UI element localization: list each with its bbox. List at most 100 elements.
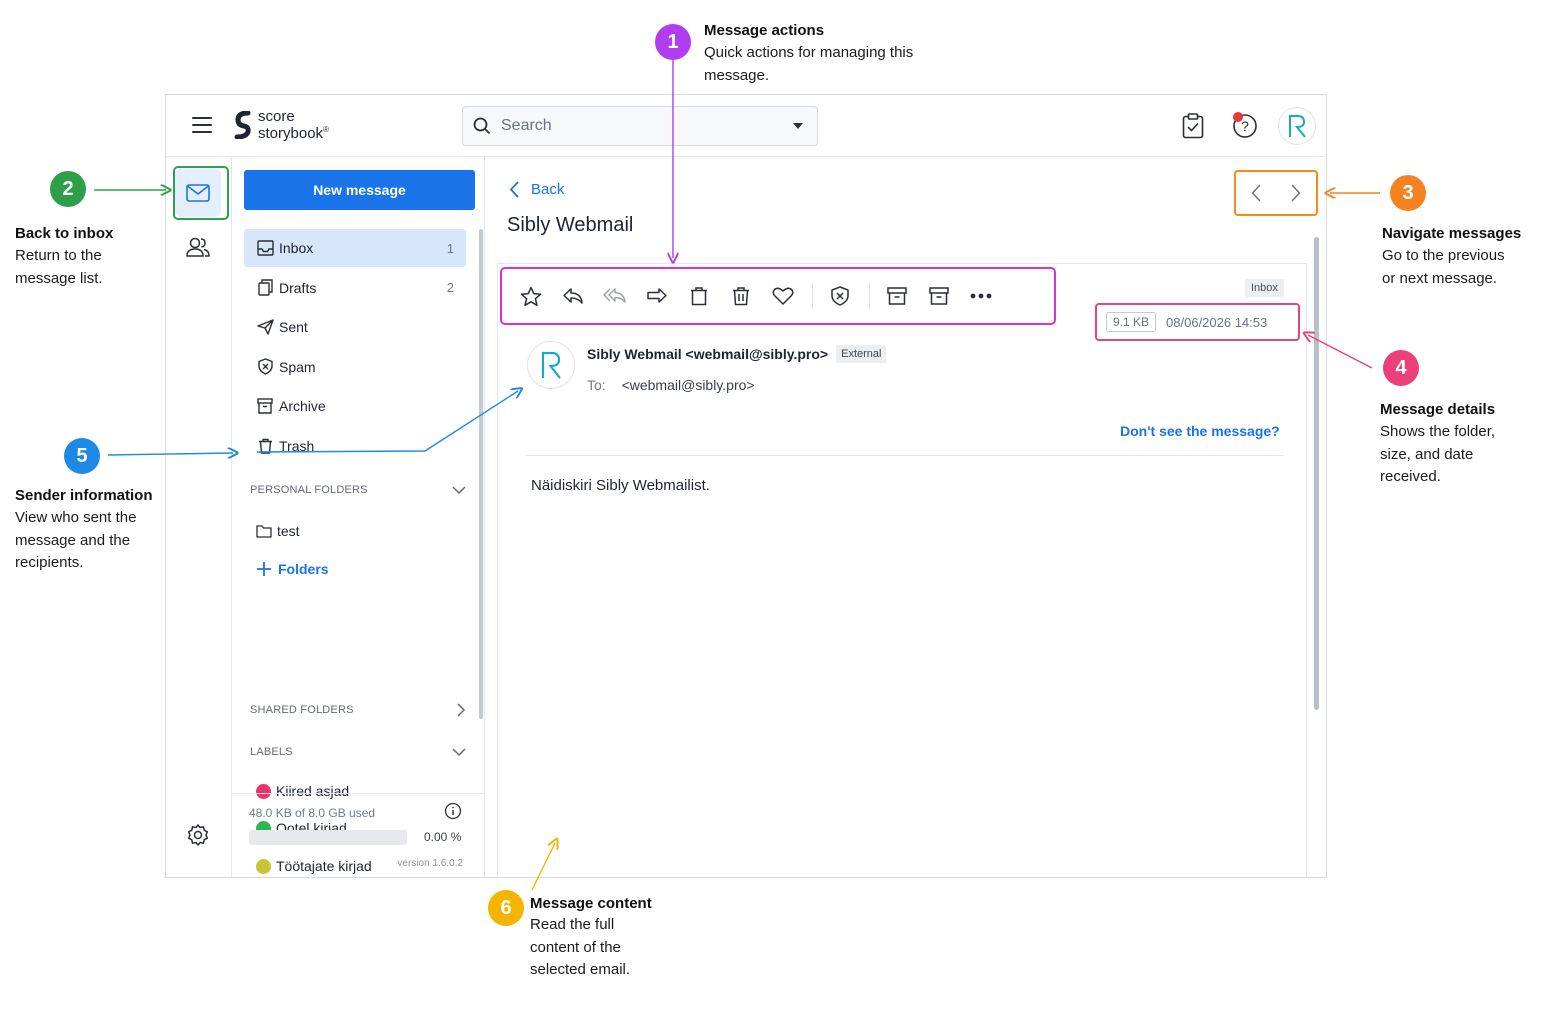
dont-see-message-link[interactable]: Don't see the message?: [1120, 423, 1280, 439]
message-date: 08/06/2026 14:53: [1166, 314, 1268, 330]
info-icon[interactable]: [444, 802, 462, 820]
more-options-icon[interactable]: [966, 281, 996, 311]
settings-rail-button[interactable]: [175, 811, 221, 859]
folder-name: Inbox: [279, 240, 314, 256]
sender-avatar[interactable]: [527, 341, 575, 389]
folder-name: Sent: [279, 319, 308, 335]
folder-pane: New message Inbox 1 Drafts 2 Sent Spam A…: [232, 157, 485, 877]
reply-all-icon[interactable]: [600, 281, 630, 311]
archive-icon[interactable]: [882, 281, 912, 311]
folder-count: 1: [446, 240, 454, 256]
folder-name: Trash: [279, 437, 315, 454]
previous-message-button[interactable]: [1242, 179, 1270, 207]
contacts-rail-button[interactable]: [175, 223, 221, 271]
annotation-title-3: Navigate messages: [1382, 225, 1522, 242]
logo-text: score storybook®: [258, 108, 329, 142]
folder-list: Inbox 1 Drafts 2 Sent Spam Archive Trash: [244, 229, 466, 466]
personal-folders-header[interactable]: PERSONAL FOLDERS: [250, 484, 466, 496]
message-details: 9.1 KB 08/06/2026 14:53: [1095, 303, 1300, 341]
labels-header[interactable]: LABELS: [250, 746, 466, 758]
contacts-icon: [186, 237, 210, 257]
icon-rail: [166, 157, 232, 877]
folder-sent[interactable]: Sent: [244, 308, 466, 346]
annotation-title-1: Message actions: [704, 22, 825, 39]
search-input[interactable]: [501, 117, 779, 135]
section-heading: SHARED FOLDERS: [250, 704, 354, 716]
message-navigation: [1234, 170, 1318, 216]
toolbar-separator: [812, 283, 813, 309]
back-label: Back: [531, 181, 565, 198]
annotation-desc-4: Shows the folder, size, and date received.: [1380, 423, 1496, 485]
annotation-title-4: Message details: [1380, 401, 1496, 418]
reading-pane-scrollbar[interactable]: [1314, 237, 1319, 710]
top-right-actions: ?: [1174, 107, 1316, 145]
help-icon[interactable]: ?: [1226, 107, 1264, 145]
folder-name: Archive: [279, 398, 326, 414]
shared-folders-header[interactable]: SHARED FOLDERS: [250, 703, 466, 717]
message-folder-tag: Inbox: [1245, 279, 1284, 297]
archive-icon: [256, 397, 274, 415]
annotation-title-2: Back to inbox: [15, 225, 114, 242]
storage-panel: 48.0 KB of 8.0 GB used 0.00 % version 1.…: [232, 793, 485, 877]
search-icon[interactable]: [463, 117, 501, 135]
annotation-desc-6: Read the full content of the selected emai…: [530, 916, 631, 978]
annotation-badge-2: 2: [50, 171, 86, 207]
add-folders-label: Folders: [278, 561, 329, 577]
annotation-badge-3: 3: [1390, 175, 1426, 211]
new-message-button[interactable]: New message: [244, 170, 475, 210]
app-logo[interactable]: score storybook®: [234, 109, 329, 141]
tasks-clipboard-icon[interactable]: [1174, 107, 1212, 145]
add-folders-link[interactable]: Folders: [256, 561, 329, 577]
chevron-left-icon: [1251, 184, 1261, 202]
chevron-right-icon: [1291, 184, 1301, 202]
menu-icon[interactable]: [192, 117, 212, 135]
toolbar-separator: [869, 283, 870, 309]
top-bar: score storybook® ?: [166, 95, 1326, 157]
folder-name: Spam: [279, 358, 316, 375]
annotation-badge-4: 4: [1383, 350, 1419, 386]
annotation-desc-1: Quick actions for managing this message.: [704, 44, 914, 84]
sender-line: Sibly Webmail <webmail@sibly.pro> Extern…: [587, 345, 887, 363]
app-version: version 1.6.0.2: [397, 858, 463, 869]
chevron-left-icon: [509, 181, 519, 198]
recipient-address[interactable]: <webmail@sibly.pro>: [622, 377, 755, 393]
score-logo-icon: [234, 111, 251, 139]
plus-icon: [257, 562, 271, 576]
folder-name: test: [277, 523, 300, 539]
sent-icon: [256, 318, 274, 336]
section-heading: LABELS: [250, 746, 293, 758]
search-options-caret-icon[interactable]: [779, 122, 817, 130]
header-divider: [526, 455, 1284, 456]
annotation-desc-5: View who sent the message and the recipien…: [15, 509, 137, 571]
heart-icon[interactable]: [768, 281, 798, 311]
message-subject: Sibly Webmail: [507, 214, 634, 236]
sender-name[interactable]: Sibly Webmail <webmail@sibly.pro>: [587, 346, 828, 362]
storage-progress-bar: [249, 830, 407, 845]
folder-count: 2: [446, 280, 454, 295]
next-message-button[interactable]: [1282, 179, 1310, 207]
folder-trash[interactable]: Trash: [244, 427, 466, 465]
star-icon[interactable]: [516, 281, 546, 311]
mail-app-window: score storybook® ?: [165, 94, 1327, 878]
storage-percent: 0.00 %: [424, 830, 462, 844]
delete-icon[interactable]: [726, 281, 756, 311]
mark-spam-icon[interactable]: [825, 281, 855, 311]
folder-spam[interactable]: Spam: [244, 348, 466, 386]
folder-inbox[interactable]: Inbox 1: [244, 229, 466, 267]
notification-dot: [1233, 112, 1243, 122]
folder-archive[interactable]: Archive: [244, 387, 466, 425]
move-to-trash-icon[interactable]: [684, 281, 714, 311]
folder-drafts[interactable]: Drafts 2: [244, 269, 466, 307]
inbox-icon: [256, 239, 274, 257]
message-size: 9.1 KB: [1106, 312, 1157, 332]
folder-test[interactable]: test: [256, 523, 300, 539]
back-button[interactable]: Back: [509, 181, 564, 198]
annotation-desc-3: Go to the previous or next message.: [1382, 247, 1505, 287]
user-avatar[interactable]: [1278, 107, 1316, 145]
annotation-badge-5: 5: [64, 438, 100, 474]
reply-icon[interactable]: [558, 281, 588, 311]
reading-pane: Back Sibly Webmail Inbox 9.1 KB 08/06/20…: [485, 157, 1326, 877]
forward-icon[interactable]: [642, 281, 672, 311]
folder-pane-scrollbar[interactable]: [479, 229, 483, 719]
move-to-folder-icon[interactable]: [924, 281, 954, 311]
